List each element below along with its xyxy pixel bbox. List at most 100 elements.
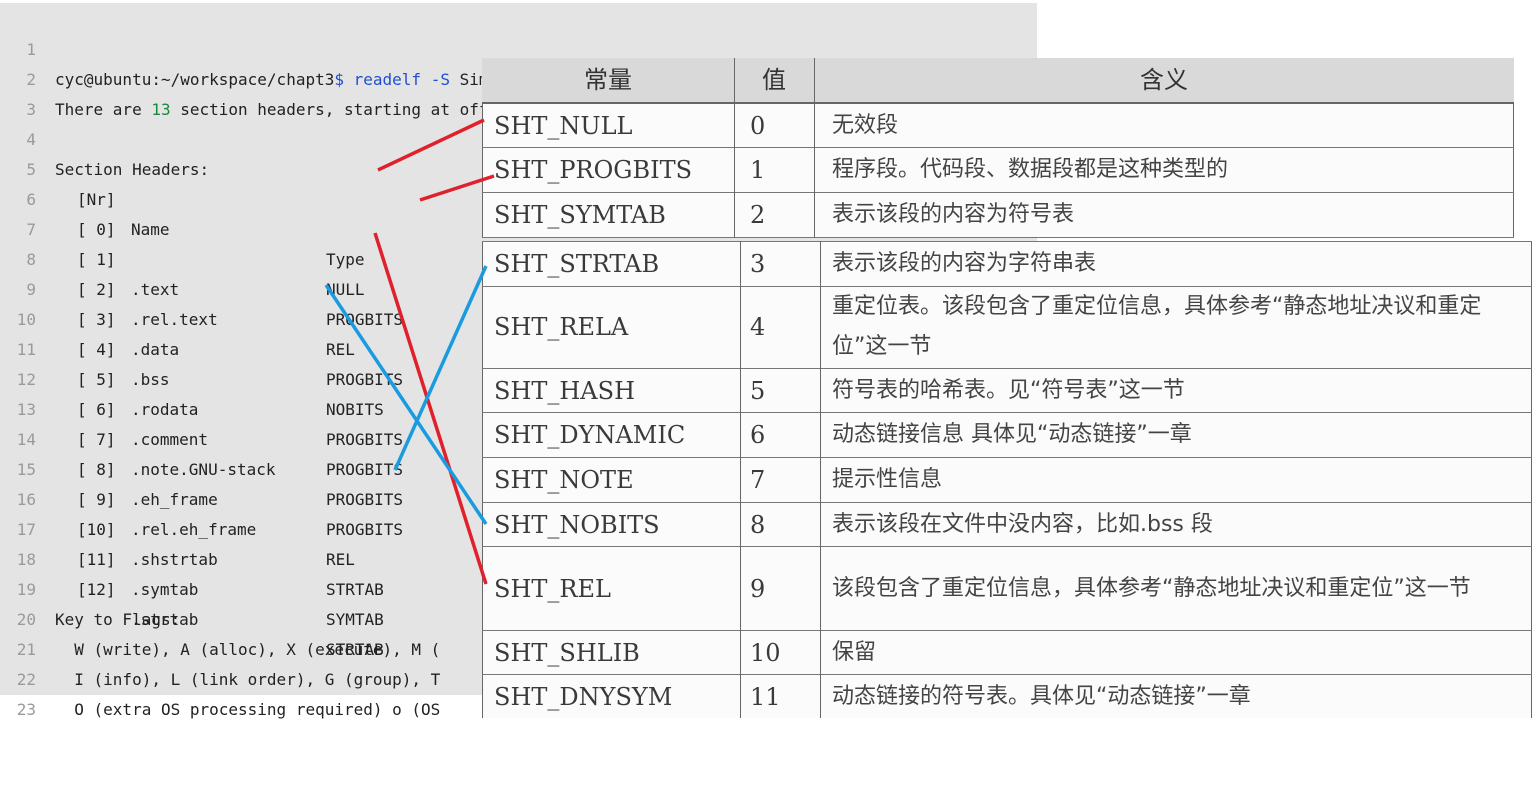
section-type: PROGBITS <box>326 430 404 449</box>
shell-prompt: cyc@ubuntu:~/workspace/chapt3 <box>55 70 335 89</box>
header-constant: 常量 <box>584 66 632 94</box>
section-name: .bss <box>131 370 170 389</box>
table-row: SHT_STRTAB 3 表示该段的内容为字符串表 <box>482 241 1532 287</box>
section-type: NOBITS <box>326 400 384 419</box>
code-line: 16 [10] .shstrtab STRTAB <box>0 455 384 599</box>
row-meaning: 保留 <box>832 639 877 665</box>
row-constant: SHT_HASH <box>494 376 636 405</box>
section-type: Type <box>326 250 365 269</box>
row-meaning: 无效段 <box>832 112 899 138</box>
code-line: 4 Section Headers: <box>0 95 209 179</box>
row-value: 2 <box>750 201 766 229</box>
output-text: Key to Flags: <box>55 610 181 629</box>
row-constant: SHT_DNYSYM <box>494 682 673 711</box>
row-meaning: 提示性信息 <box>832 467 943 492</box>
code-line: 9 [ 3] .data PROGBITS <box>0 245 403 389</box>
section-type-table-top: 常量 值 含义 SHT_NULL 0 无效段 SHT_PROGBITS 1 程序… <box>482 58 1514 238</box>
output-text: There are <box>55 100 152 119</box>
row-value: 3 <box>750 250 766 278</box>
row-constant: SHT_SHLIB <box>494 638 640 667</box>
section-name: .text <box>131 280 180 299</box>
row-constant: SHT_PROGBITS <box>494 156 693 184</box>
code-line: 14 [ 8] .eh_frame PROGBITS <box>0 395 403 539</box>
section-type: REL <box>326 340 355 359</box>
output-text: W (write), A (alloc), X (execute), M ( <box>55 640 441 659</box>
section-name: .comment <box>131 430 209 449</box>
section-name: .rel.text <box>131 310 218 329</box>
code-line: 19 Key to Flags: <box>0 545 181 629</box>
code-line: 15 [ 9] .rel.eh_frame REL <box>0 425 355 569</box>
section-name: .shstrtab <box>131 550 218 569</box>
section-index: [11] <box>77 550 116 569</box>
row-value: 8 <box>750 510 766 539</box>
table-row: SHT_SYMTAB 2 表示该段的内容为符号表 <box>482 193 1514 238</box>
code-line: 2 There are 13 section headers, starting… <box>0 35 584 119</box>
table-row: SHT_DNYSYM 11 动态链接的符号表。具体见“动态链接”一章 <box>482 675 1532 718</box>
code-line: 6 [ 0] NULL <box>0 155 364 299</box>
code-line: 10 [ 4] .bss NOBITS <box>0 275 384 419</box>
section-index: [ 7] <box>77 430 116 449</box>
code-line: 12 [ 6] .comment PROGBITS <box>0 335 403 479</box>
code-line: 1 cyc@ubuntu:~/workspace/chapt3$ readelf… <box>0 5 604 89</box>
table-row: SHT_RELA 4 重定位表。该段包含了重定位信息，具体参考“静态地址决议和重… <box>482 286 1532 369</box>
row-meaning: 重定位表。该段包含了重定位信息，具体参考“静态地址决议和重定位”这一节 <box>832 294 1482 359</box>
row-constant: SHT_SYMTAB <box>494 201 666 229</box>
row-constant: SHT_REL <box>494 574 611 603</box>
section-index: [ 0] <box>77 220 116 239</box>
header-meaning: 含义 <box>1140 66 1188 94</box>
section-type: PROGBITS <box>326 310 404 329</box>
section-index: [ 9] <box>77 490 116 509</box>
table-row: SHT_NOBITS 8 表示该段在文件中没内容，比如.bss 段 <box>482 503 1532 547</box>
code-line: 21 I (info), L (link order), G (group), … <box>0 605 441 689</box>
line-number: 23 <box>16 700 36 719</box>
row-meaning: 表示该段的内容为字符串表 <box>832 251 1097 276</box>
code-line: 7 [ 1] .text PROGBITS <box>0 185 403 329</box>
row-constant: SHT_NOTE <box>494 466 634 494</box>
section-index: [ 1] <box>77 250 116 269</box>
row-constant: SHT_STRTAB <box>494 250 660 278</box>
code-line: 3 <box>0 65 39 119</box>
code-line: 11 [ 5] .rodata PROGBITS <box>0 305 403 449</box>
table-row: SHT_DYNAMIC 6 动态链接信息 具体见“动态链接”一章 <box>482 413 1532 458</box>
section-name: .note.GNU-stack <box>131 460 276 479</box>
row-constant: SHT_NULL <box>494 111 633 140</box>
table-row: SHT_NOTE 7 提示性信息 <box>482 458 1532 503</box>
section-type: NULL <box>326 280 365 299</box>
section-name: .rel.eh_frame <box>131 520 257 539</box>
shell-command: $ readelf -S <box>334 70 450 89</box>
code-line: 5 [Nr] Name Type <box>0 125 364 269</box>
output-text: Section Headers: <box>55 160 210 179</box>
row-value: 7 <box>750 466 766 494</box>
row-meaning: 动态链接的符号表。具体见“动态链接”一章 <box>832 683 1251 709</box>
section-index: [ 6] <box>77 400 116 419</box>
row-value: 1 <box>750 156 766 184</box>
code-line: 8 [ 2] .rel.text REL <box>0 215 355 359</box>
row-value: 6 <box>750 421 766 449</box>
row-value: 5 <box>750 376 766 405</box>
output-text: O (extra OS processing required) o (OS <box>55 700 441 719</box>
section-index: [ 4] <box>77 340 116 359</box>
section-index: [12] <box>77 580 116 599</box>
header-value: 值 <box>762 66 786 94</box>
row-value: 11 <box>750 682 781 711</box>
section-index: [ 5] <box>77 370 116 389</box>
row-meaning: 表示该段的内容为符号表 <box>832 202 1075 227</box>
code-line: 13 [ 7] .note.GNU-stack PROGBITS <box>0 365 403 509</box>
section-name: .symtab <box>131 580 199 599</box>
row-value: 0 <box>750 111 766 140</box>
section-index: [10] <box>77 520 116 539</box>
table-row: SHT_NULL 0 无效段 <box>482 104 1514 148</box>
section-type: REL <box>326 550 355 569</box>
section-type: PROGBITS <box>326 370 404 389</box>
table-row: SHT_REL 9 该段包含了重定位信息，具体参考“静态地址决议和重定位”这一节 <box>482 547 1532 631</box>
table-row: SHT_SHLIB 10 保留 <box>482 631 1532 675</box>
section-index: [ 8] <box>77 460 116 479</box>
section-count: 13 <box>151 100 171 119</box>
section-name: Name <box>131 220 170 239</box>
output-text: I (info), L (link order), G (group), T <box>55 670 441 689</box>
table-header-row: 常量 值 含义 <box>482 58 1514 104</box>
row-meaning: 该段包含了重定位信息，具体参考“静态地址决议和重定位”这一节 <box>832 575 1471 601</box>
section-index: [ 2] <box>77 280 116 299</box>
section-type: PROGBITS <box>326 490 404 509</box>
code-line: 22 O (extra OS processing required) o (O… <box>0 635 441 719</box>
